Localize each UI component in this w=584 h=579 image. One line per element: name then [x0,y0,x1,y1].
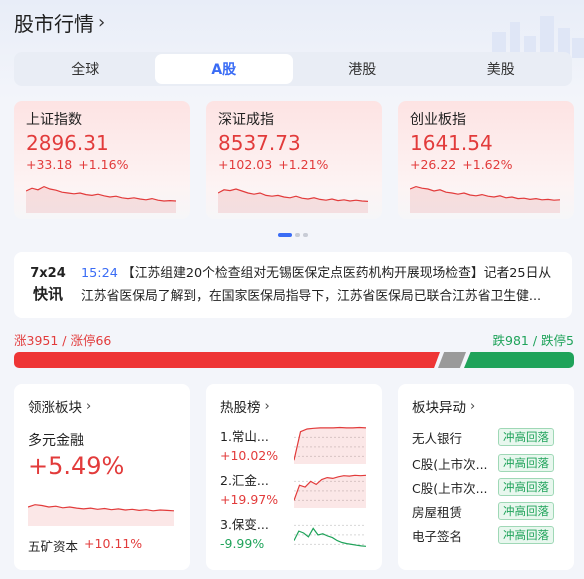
leading-sector-header[interactable]: 领涨板块 › [28,396,176,417]
sector-move-tag: 冲高回落 [498,502,554,520]
sector-move-name: C股(上市次... [412,480,488,496]
tab-global[interactable]: 全球 [16,54,155,84]
sector-lead-stock[interactable]: 五矿资本 [28,536,78,555]
sector-move-row[interactable]: 电子签名 冲高回落 [412,524,554,546]
sector-move-row[interactable]: 无人银行 冲高回落 [412,426,554,448]
chevron-right-icon: › [86,398,92,414]
hot-stocks-header[interactable]: 热股榜 › [220,396,368,417]
card-title: 热股榜 [220,400,261,416]
news-headline: 【江苏组建20个检查组对无锡医保定点医药机构开展现场检查】记者25日从江苏省医保… [81,266,552,304]
index-card-sse[interactable]: 上证指数 2896.31 +33.18 +1.16% [14,101,190,219]
sector-move-name: C股(上市次... [412,456,488,472]
sector-move-name: 电子签名 [412,528,463,544]
sector-move-name: 无人银行 [412,430,463,446]
index-value: 1641.54 [410,131,493,155]
sector-name: 多元金融 [28,433,84,449]
sector-move-tag: 冲高回落 [498,526,554,544]
unchanged-bar [438,352,466,368]
leading-sector-card[interactable]: 领涨板块 › 多元金融 +5.49% 五矿资本 +10.11% [14,384,190,570]
news-badge-bottom: 快讯 [32,285,63,303]
page-title: 股市行情 [14,11,94,36]
tab-hk[interactable]: 港股 [293,54,432,84]
hot-stock-name: 2.汇金... [220,473,269,488]
sparkline-area [294,475,366,508]
sparkline-line [294,527,366,547]
carousel-dot[interactable] [303,233,308,237]
chevron-right-icon: › [264,398,270,414]
news-time: 15:24 [81,266,118,281]
tab-a-share[interactable]: A股 [154,54,293,84]
card-title: 领涨板块 [28,400,82,416]
index-value: 2896.31 [26,131,109,155]
sector-move-tag: 冲高回落 [498,478,554,496]
hot-stock-row[interactable]: 3.保变... -9.99% [220,514,370,558]
index-name: 深证成指 [218,112,274,128]
page-title-link[interactable]: 股市行情 › [14,8,105,36]
index-sparkline [218,188,368,213]
news-flash-badge: 7x24 快讯 [28,264,68,304]
market-tabs: 全球 A股 港股 美股 [14,52,572,86]
chevron-right-icon: › [470,398,476,414]
sector-lead-pct: +10.11% [84,536,143,551]
sparkline-area [218,189,368,213]
carousel-dot-active[interactable] [278,233,292,237]
card-title: 板块异动 [412,400,466,416]
news-badge-top: 7x24 [30,266,66,281]
hot-stock-row[interactable]: 1.常山... +10.02% [220,426,370,470]
sparkline-area [26,186,176,213]
sector-move-tag: 冲高回落 [498,454,554,472]
hot-stock-name: 1.常山... [220,429,269,444]
news-flash-card[interactable]: 7x24 快讯 15:24 【江苏组建20个检查组对无锡医保定点医药机构开展现场检… [14,252,572,318]
index-sparkline [410,185,560,213]
tab-us[interactable]: 美股 [432,54,571,84]
hot-stock-sparkline [294,524,366,547]
sector-move-row[interactable]: C股(上市次... 冲高回落 [412,452,554,474]
index-name: 创业板指 [410,112,466,128]
chevron-right-icon: › [98,11,106,33]
advancers-label: 涨3951 / 涨停66 [14,333,112,348]
news-text-block: 15:24 【江苏组建20个检查组对无锡医保定点医药机构开展现场检查】记者25日从… [81,262,561,308]
sector-move-tag: 冲高回落 [498,428,554,446]
sector-move-row[interactable]: C股(上市次... 冲高回落 [412,476,554,498]
decliners-label: 跌981 / 跌停5 [492,333,574,348]
decliners-bar [464,352,574,368]
index-name: 上证指数 [26,112,82,128]
sparkline-area [28,504,174,526]
index-value: 8537.73 [218,131,301,155]
hot-stocks-card[interactable]: 热股榜 › 1.常山... +10.02% 2.汇金... +19.97% 3.… [206,384,382,570]
sector-moves-header[interactable]: 板块异动 › [412,396,560,417]
sector-sparkline [28,504,174,526]
hot-stock-sparkline [294,426,366,464]
sector-move-row[interactable]: 房屋租赁 冲高回落 [412,500,554,522]
hot-stock-sparkline [294,474,366,508]
index-sparkline [26,185,176,213]
index-card-szse[interactable]: 深证成指 8537.73 +102.03 +1.21% [206,101,382,219]
sector-move-name: 房屋租赁 [412,504,463,520]
carousel-indicator [278,233,308,237]
index-card-chinext[interactable]: 创业板指 1641.54 +26.22 +1.62% [398,101,574,219]
sparkline-area [294,427,366,464]
carousel-dot[interactable] [295,233,300,237]
sector-pct: +5.49% [28,452,125,480]
sector-moves-card[interactable]: 板块异动 › 无人银行 冲高回落 C股(上市次... 冲高回落 C股(上市次..… [398,384,574,570]
advancers-bar [14,352,440,368]
hot-stock-name: 3.保变... [220,517,269,532]
hot-stock-row[interactable]: 2.汇金... +19.97% [220,470,370,514]
